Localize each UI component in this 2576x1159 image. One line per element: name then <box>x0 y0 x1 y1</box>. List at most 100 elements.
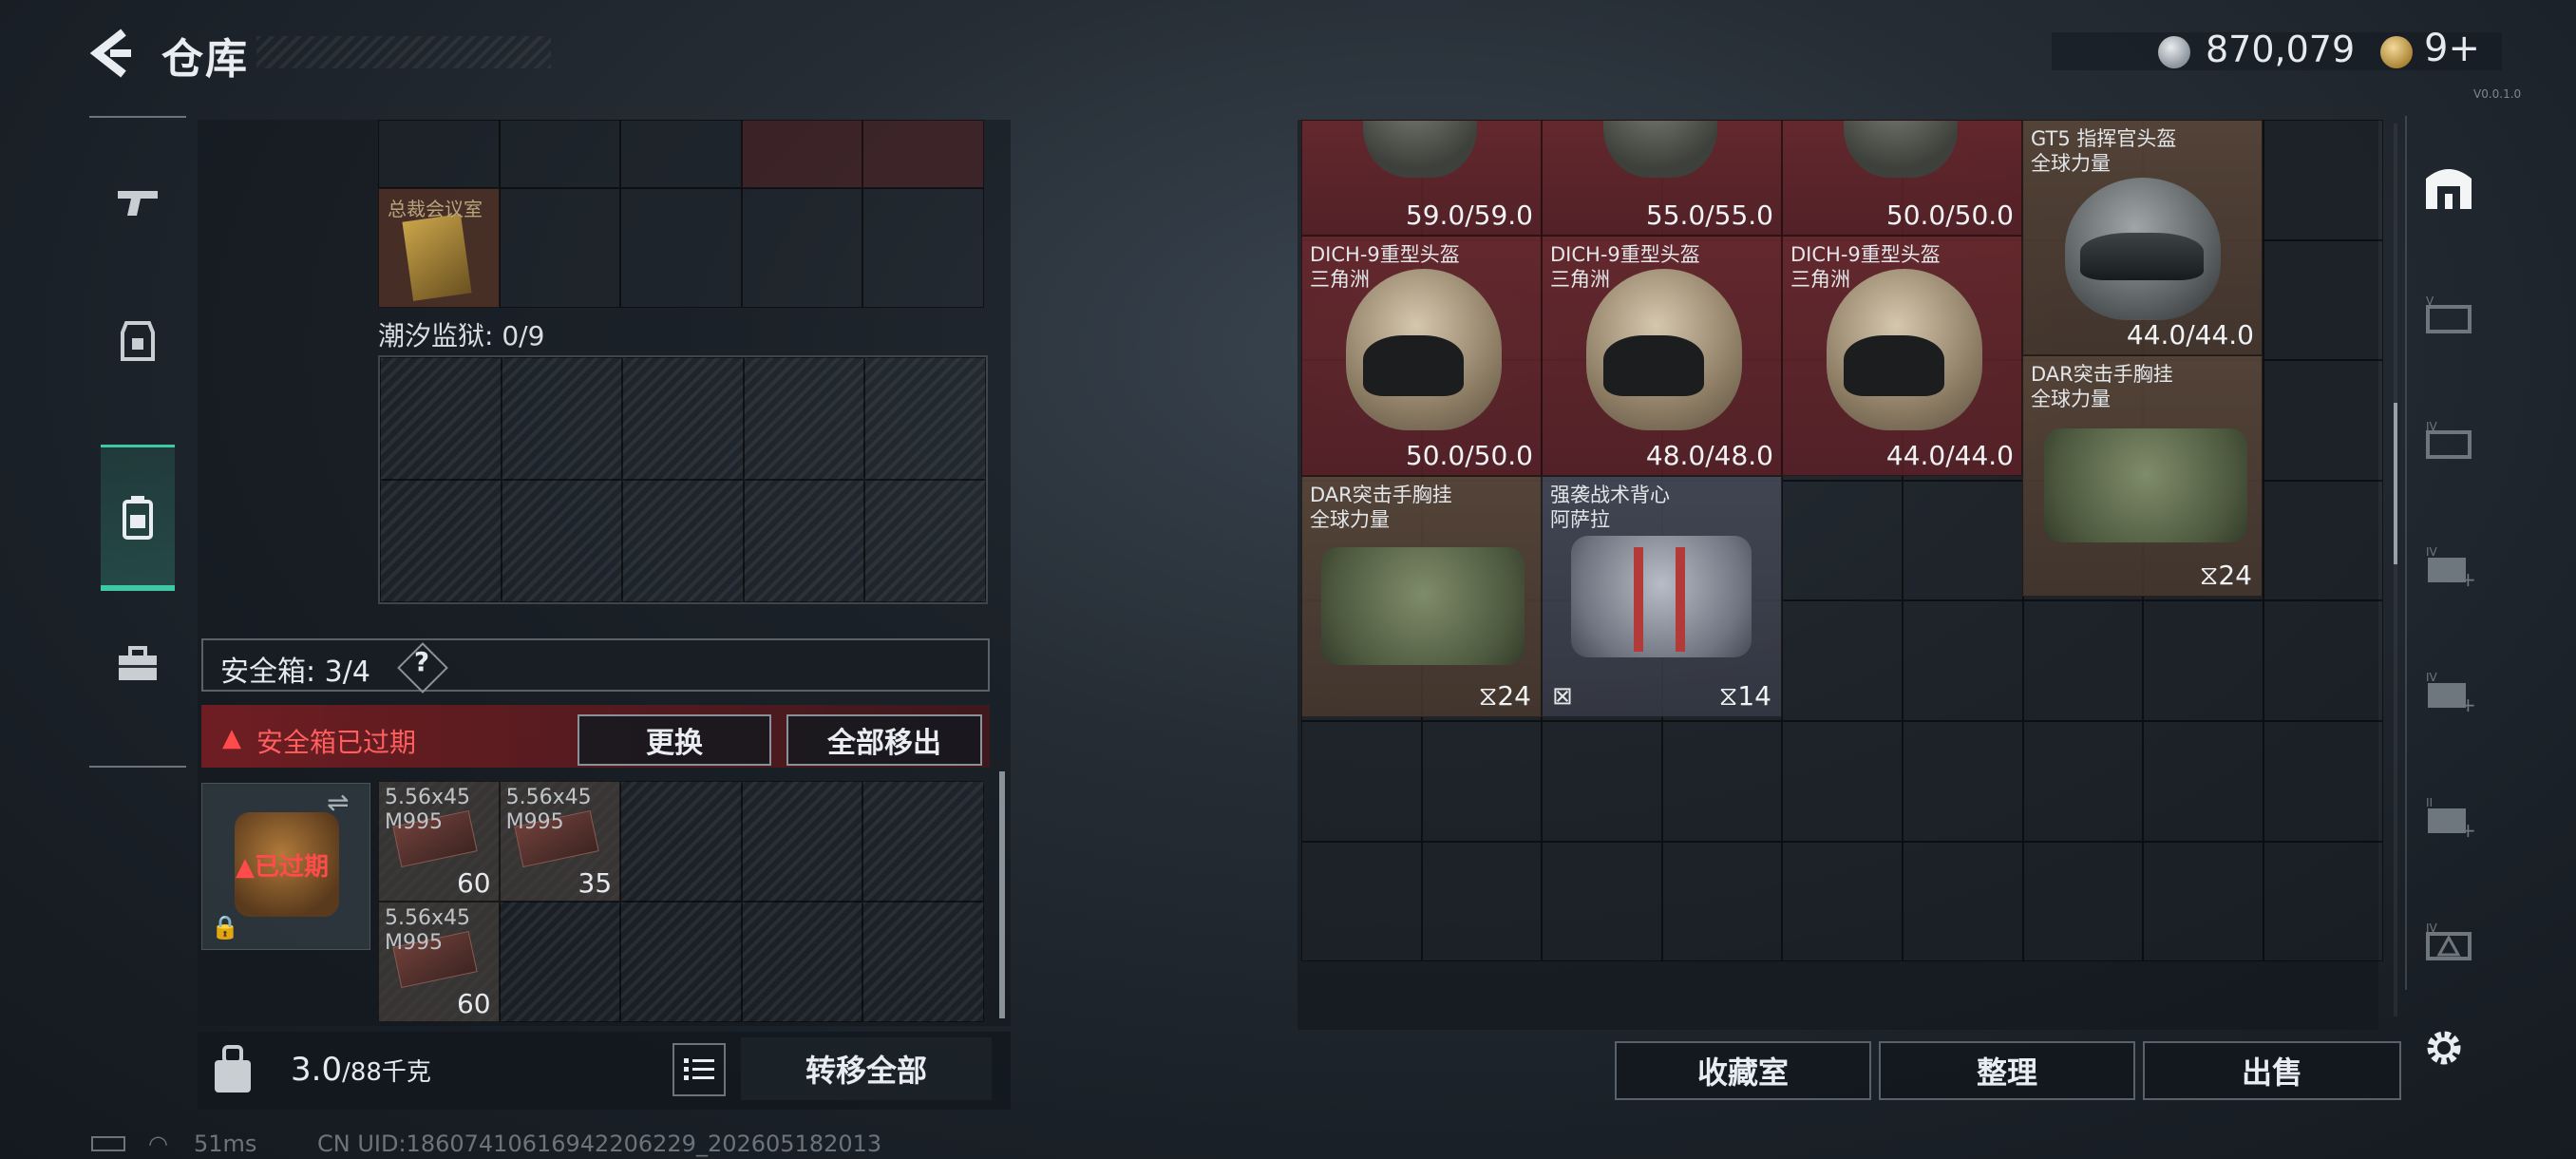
grid-cell[interactable] <box>2263 841 2384 962</box>
grid-cell[interactable] <box>1301 720 1422 842</box>
grid-cell[interactable] <box>2143 841 2263 962</box>
grid-cell[interactable] <box>620 120 742 188</box>
gt5-helmet-item[interactable]: GT5 指挥官头盔 全球力量 44.0/44.0 <box>2022 120 2263 355</box>
collection-room-button[interactable]: 收藏室 <box>1615 1041 1871 1100</box>
svg-text:IV: IV <box>2426 420 2438 433</box>
grid-cell[interactable] <box>2263 120 2384 240</box>
grid-cell[interactable] <box>620 188 742 308</box>
grid-cell[interactable] <box>743 480 865 602</box>
svg-text:IV: IV <box>2426 545 2438 559</box>
transfer-all-button[interactable]: 转移全部 <box>741 1037 992 1100</box>
grid-cell[interactable] <box>741 781 863 902</box>
list-view-button[interactable] <box>672 1043 726 1096</box>
swap-icon[interactable]: ⇌ <box>327 787 349 818</box>
grid-cell[interactable] <box>862 902 984 1022</box>
grid-cell[interactable] <box>2143 720 2263 842</box>
dich9-helmet-item[interactable]: DICH-9重型头盔 三角洲 48.0/48.0 <box>1542 236 1782 476</box>
grid-cell[interactable] <box>2263 360 2384 481</box>
grid-cell[interactable] <box>741 120 863 188</box>
grid-cell[interactable] <box>380 480 502 602</box>
grid-cell[interactable] <box>741 902 863 1022</box>
grid-cell[interactable] <box>2263 600 2384 721</box>
grid-cell[interactable] <box>1661 720 1783 842</box>
nav-weapons[interactable] <box>89 131 186 274</box>
grid-cell[interactable] <box>1902 600 2023 721</box>
token-balance[interactable]: 9+ <box>2424 27 2480 70</box>
safebox-expired-label: ▲已过期 <box>236 853 330 882</box>
helmet-item[interactable]: 50.0/50.0 <box>1782 120 2022 236</box>
helmet-item[interactable]: 59.0/59.0 <box>1301 120 1542 236</box>
helmet-image <box>1844 121 1958 178</box>
grid-cell[interactable] <box>380 357 502 480</box>
move-all-out-button[interactable]: 全部移出 <box>786 714 982 766</box>
grid-cell[interactable] <box>1542 720 1662 842</box>
grid-cell[interactable] <box>499 188 621 308</box>
replace-button[interactable]: 更换 <box>578 714 771 766</box>
ammo-item[interactable]: 5.56x45 M995 60 <box>378 902 500 1022</box>
grid-cell[interactable] <box>1782 841 1903 962</box>
arrange-button[interactable]: 整理 <box>1879 1041 2135 1100</box>
grid-cell[interactable] <box>1902 480 2023 601</box>
dich9-helmet-item[interactable]: DICH-9重型头盔 三角洲 50.0/50.0 <box>1301 236 1542 476</box>
dar-chest-rig-item[interactable]: DAR突击手胸挂 全球力量 ⧖24 <box>2022 355 2263 597</box>
right-scrollbar[interactable] <box>2394 403 2397 564</box>
grid-cell[interactable] <box>1661 841 1783 962</box>
grid-cell[interactable] <box>622 480 744 602</box>
storage-tab-1[interactable]: V <box>2420 287 2477 344</box>
left-scrollbar[interactable] <box>999 771 1005 1018</box>
nav-equipment[interactable] <box>89 289 186 393</box>
back-button[interactable] <box>85 27 139 80</box>
ammo-item[interactable]: 5.56x45 M995 35 <box>499 781 621 902</box>
helmet-item[interactable]: 55.0/55.0 <box>1542 120 1782 236</box>
grid-cell[interactable] <box>862 188 984 308</box>
grid-cell[interactable] <box>1421 841 1543 962</box>
grid-cell[interactable] <box>501 357 623 480</box>
grid-cell[interactable] <box>378 120 500 188</box>
storage-tab-2[interactable]: IV <box>2420 412 2477 469</box>
item-origin: 全球力量 <box>2031 152 2111 175</box>
grid-cell[interactable] <box>1542 841 1662 962</box>
grid-cell[interactable] <box>1782 480 1903 601</box>
storage-tab-main[interactable] <box>2420 158 2477 215</box>
dich9-helmet-item[interactable]: DICH-9重型头盔 三角洲 44.0/44.0 <box>1782 236 2022 476</box>
grid-cell[interactable] <box>620 902 742 1022</box>
grid-cell[interactable] <box>622 357 744 480</box>
storage-tab-add-2[interactable]: IV + <box>2420 663 2477 720</box>
grid-cell[interactable] <box>2022 841 2144 962</box>
grid-cell[interactable] <box>2263 720 2384 842</box>
svg-text:+: + <box>2460 568 2475 588</box>
grid-cell[interactable] <box>743 357 865 480</box>
settings-button[interactable] <box>2420 1024 2468 1072</box>
grid-cell[interactable] <box>864 357 986 480</box>
ammo-item[interactable]: 5.56x45 M995 60 <box>378 781 500 902</box>
storage-tab-special[interactable]: IV <box>2420 914 2477 971</box>
grid-cell[interactable] <box>862 781 984 902</box>
assault-vest-item[interactable]: 强袭战术背心 阿萨拉 ⊠ ⧖14 <box>1542 476 1782 717</box>
grid-cell[interactable] <box>501 480 623 602</box>
grid-cell[interactable] <box>862 120 984 188</box>
grid-cell[interactable] <box>499 902 621 1022</box>
grid-cell[interactable] <box>2263 239 2384 361</box>
grid-cell[interactable] <box>1782 720 1903 842</box>
grid-cell[interactable] <box>1902 841 2023 962</box>
nav-backpack[interactable] <box>101 445 175 591</box>
grid-cell[interactable] <box>1421 720 1543 842</box>
nav-case[interactable] <box>89 612 186 716</box>
storage-tab-add-3[interactable]: II + <box>2420 788 2477 846</box>
grid-cell[interactable] <box>620 781 742 902</box>
storage-tab-add-1[interactable]: IV + <box>2420 538 2477 595</box>
grid-cell[interactable] <box>864 480 986 602</box>
grid-cell[interactable] <box>2022 600 2144 721</box>
token-icon <box>2380 36 2413 68</box>
sell-button[interactable]: 出售 <box>2143 1041 2401 1100</box>
grid-cell[interactable] <box>741 188 863 308</box>
dar-chest-rig-item[interactable]: DAR突击手胸挂 全球力量 ⧖24 <box>1301 476 1542 717</box>
grid-cell[interactable] <box>1301 841 1422 962</box>
grid-cell[interactable] <box>499 120 621 188</box>
grid-cell[interactable] <box>2022 720 2144 842</box>
grid-cell[interactable] <box>1902 720 2023 842</box>
grid-cell[interactable] <box>2263 480 2384 601</box>
grid-cell[interactable] <box>2143 600 2263 721</box>
help-icon[interactable]: ? <box>410 646 433 677</box>
grid-cell[interactable] <box>1782 600 1903 721</box>
